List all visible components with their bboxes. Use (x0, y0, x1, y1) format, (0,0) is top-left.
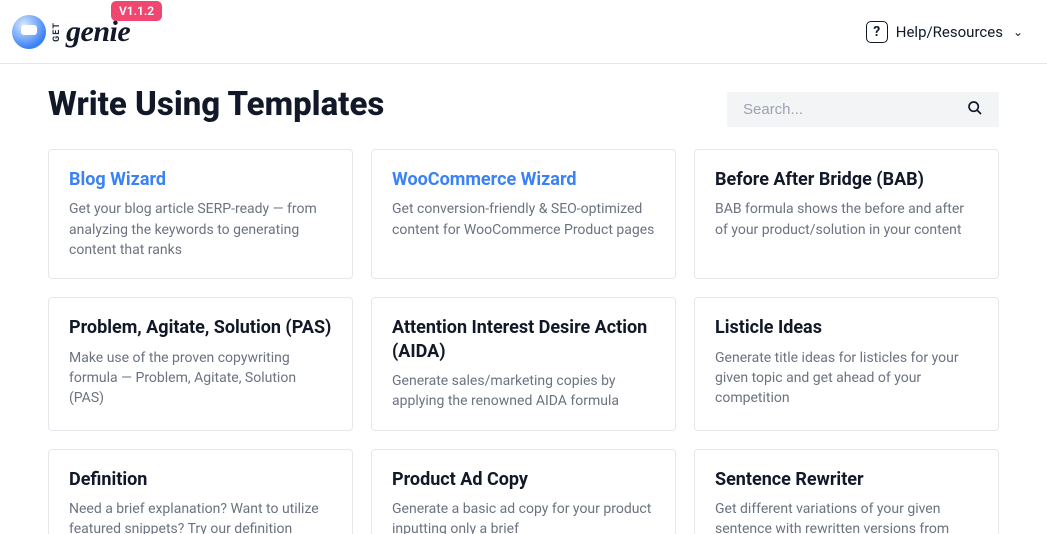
card-title: Before After Bridge (BAB) (715, 168, 978, 191)
template-card-blog-wizard[interactable]: Blog Wizard Get your blog article SERP-r… (48, 149, 353, 279)
card-title: Sentence Rewriter (715, 468, 978, 491)
template-card-product-ad-copy[interactable]: Product Ad Copy Generate a basic ad copy… (371, 449, 676, 534)
search-box[interactable] (727, 92, 999, 127)
search-icon (967, 100, 983, 119)
page-top-bar: Write Using Templates (48, 82, 999, 127)
template-card-pas[interactable]: Problem, Agitate, Solution (PAS) Make us… (48, 297, 353, 430)
template-card-definition[interactable]: Definition Need a brief explanation? Wan… (48, 449, 353, 534)
search-input[interactable] (743, 101, 967, 118)
card-title: Problem, Agitate, Solution (PAS) (69, 316, 332, 339)
main-content: Write Using Templates Blog Wizard Get yo… (0, 64, 1047, 534)
card-description: Generate title ideas for listicles for y… (715, 348, 978, 409)
app-header: GET genie V1.1.2 ? Help/Resources ⌄ (0, 0, 1047, 64)
card-description: BAB formula shows the before and after o… (715, 199, 978, 240)
card-title: Blog Wizard (69, 168, 332, 191)
genie-robot-icon (12, 15, 46, 49)
card-description: Generate sales/marketing copies by apply… (392, 371, 655, 412)
card-description: Generate a basic ad copy for your produc… (392, 499, 655, 534)
logo[interactable]: GET genie V1.1.2 (12, 15, 130, 49)
card-title: Definition (69, 468, 332, 491)
template-card-woocommerce-wizard[interactable]: WooCommerce Wizard Get conversion-friend… (371, 149, 676, 279)
version-badge: V1.1.2 (111, 1, 162, 21)
card-description: Need a brief explanation? Want to utiliz… (69, 499, 332, 534)
help-icon: ? (866, 21, 888, 43)
card-description: Get your blog article SERP-ready — from … (69, 199, 332, 260)
card-title: WooCommerce Wizard (392, 168, 655, 191)
help-label: Help/Resources (896, 23, 1003, 41)
template-card-aida[interactable]: Attention Interest Desire Action (AIDA) … (371, 297, 676, 430)
template-card-sentence-rewriter[interactable]: Sentence Rewriter Get different variatio… (694, 449, 999, 534)
page-title: Write Using Templates (48, 85, 384, 124)
help-resources-menu[interactable]: ? Help/Resources ⌄ (866, 21, 1023, 43)
logo-get-text: GET (52, 22, 62, 42)
chevron-down-icon: ⌄ (1013, 25, 1023, 39)
card-title: Attention Interest Desire Action (AIDA) (392, 316, 655, 363)
card-description: Make use of the proven copywriting formu… (69, 348, 332, 409)
template-card-bab[interactable]: Before After Bridge (BAB) BAB formula sh… (694, 149, 999, 279)
template-card-listicle-ideas[interactable]: Listicle Ideas Generate title ideas for … (694, 297, 999, 430)
card-title: Product Ad Copy (392, 468, 655, 491)
card-description: Get different variations of your given s… (715, 499, 978, 534)
templates-grid: Blog Wizard Get your blog article SERP-r… (48, 149, 999, 534)
card-description: Get conversion-friendly & SEO-optimized … (392, 199, 655, 240)
card-title: Listicle Ideas (715, 316, 978, 339)
